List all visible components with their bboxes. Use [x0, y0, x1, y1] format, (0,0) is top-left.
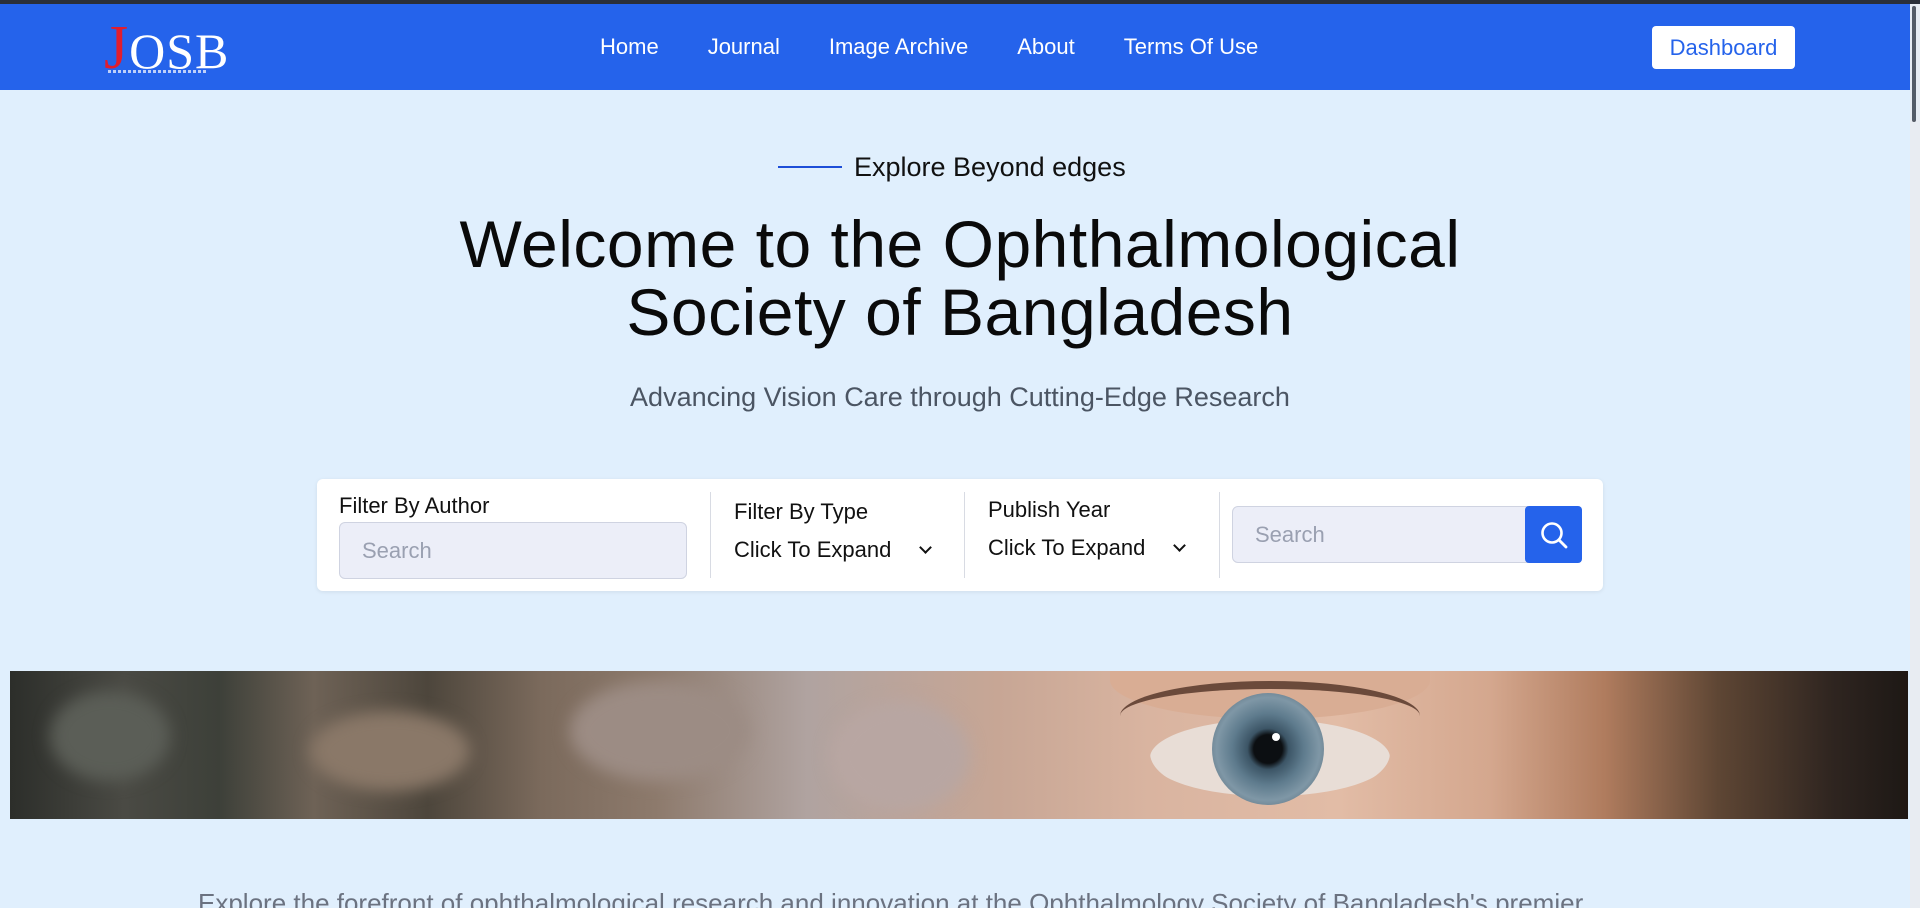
- keyword-search-input[interactable]: [1232, 506, 1528, 563]
- filter-divider: [964, 492, 965, 578]
- site-logo[interactable]: JOSB: [104, 17, 228, 79]
- page-scrollbar[interactable]: [1910, 4, 1920, 908]
- author-search-input[interactable]: [339, 522, 687, 579]
- title-line-2: Society of Bangladesh: [626, 275, 1294, 349]
- chevron-down-icon: [1173, 538, 1187, 552]
- year-filter-value: Click To Expand: [988, 535, 1146, 560]
- year-filter-label: Publish Year: [988, 497, 1111, 522]
- nav-link-journal[interactable]: Journal: [708, 34, 780, 60]
- author-filter-label: Filter By Author: [339, 493, 490, 518]
- type-filter-value: Click To Expand: [734, 537, 892, 562]
- title-line-1: Welcome to the Ophthalmological: [459, 207, 1461, 281]
- banner-bokeh: [50, 691, 170, 781]
- hero-eyebrow: Explore Beyond edges: [778, 150, 1126, 184]
- search-filter-bar: Filter By Author Filter By Type Click To…: [317, 479, 1603, 591]
- nav-link-home[interactable]: Home: [600, 34, 659, 60]
- type-filter-label: Filter By Type: [734, 499, 869, 524]
- eyebrow-line: [778, 166, 842, 168]
- page-title: Welcome to the Ophthalmological Society …: [300, 210, 1620, 346]
- filter-divider: [1219, 492, 1220, 578]
- intro-paragraph: Explore the forefront of ophthalmologica…: [198, 888, 1584, 908]
- main-nav: Home Journal Image Archive About Terms O…: [600, 4, 1307, 90]
- banner-eyelash-line: [1120, 681, 1420, 751]
- page-subtitle: Advancing Vision Care through Cutting-Ed…: [630, 382, 1290, 412]
- type-filter-dropdown[interactable]: Click To Expand: [734, 537, 933, 563]
- nav-link-terms-of-use[interactable]: Terms Of Use: [1124, 34, 1258, 60]
- nav-link-about[interactable]: About: [1017, 34, 1075, 60]
- logo-tagline-decoration: [108, 70, 208, 73]
- chevron-down-icon: [919, 540, 933, 554]
- eyebrow-text: Explore Beyond edges: [854, 151, 1126, 182]
- filter-divider: [710, 492, 711, 578]
- page-scrollbar-thumb[interactable]: [1912, 6, 1916, 122]
- search-button[interactable]: [1525, 506, 1582, 563]
- search-icon: [1541, 522, 1568, 549]
- banner-bokeh: [830, 701, 970, 811]
- navbar: JOSB Home Journal Image Archive About Te…: [0, 4, 1910, 90]
- dashboard-button[interactable]: Dashboard: [1652, 26, 1795, 69]
- nav-link-image-archive[interactable]: Image Archive: [829, 34, 968, 60]
- banner-bokeh: [310, 711, 470, 791]
- banner-bokeh: [570, 681, 750, 781]
- year-filter-dropdown[interactable]: Click To Expand: [988, 535, 1187, 561]
- hero-eye-banner-image: [10, 671, 1908, 819]
